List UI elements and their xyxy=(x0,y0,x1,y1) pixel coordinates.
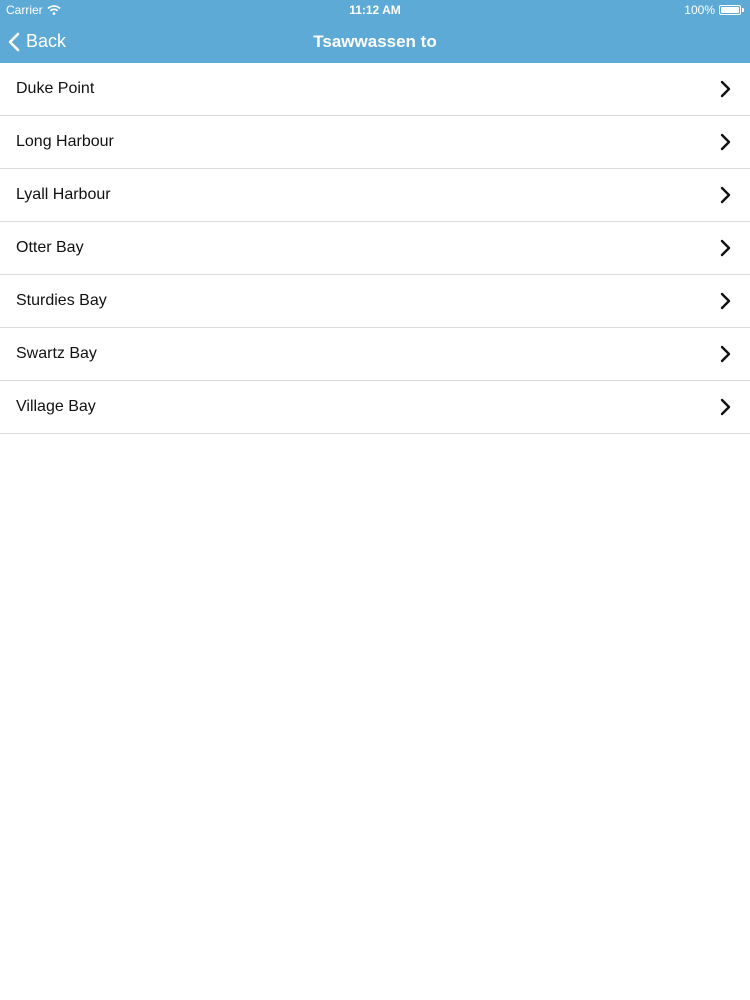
list-item[interactable]: Long Harbour xyxy=(0,116,750,169)
app-header: Carrier 11:12 AM 100% Back Tsawwassen to xyxy=(0,0,750,63)
list-item[interactable]: Village Bay xyxy=(0,381,750,434)
page-title: Tsawwassen to xyxy=(313,32,437,51)
list-item-label: Sturdies Bay xyxy=(16,292,107,309)
status-bar: Carrier 11:12 AM 100% xyxy=(0,0,750,20)
list-item[interactable]: Otter Bay xyxy=(0,222,750,275)
list-item[interactable]: Lyall Harbour xyxy=(0,169,750,222)
list-item-label: Lyall Harbour xyxy=(16,186,111,203)
battery-icon xyxy=(719,5,741,15)
chevron-right-icon xyxy=(720,345,731,363)
chevron-right-icon xyxy=(720,186,731,204)
list-item-label: Long Harbour xyxy=(16,133,114,150)
nav-bar: Back Tsawwassen to xyxy=(0,20,750,63)
list-item[interactable]: Duke Point xyxy=(0,63,750,116)
list-item-label: Otter Bay xyxy=(16,239,84,256)
chevron-right-icon xyxy=(720,239,731,257)
battery-percent: 100% xyxy=(684,3,715,17)
status-time: 11:12 AM xyxy=(349,3,401,17)
list-item-label: Swartz Bay xyxy=(16,345,97,362)
status-right: 100% xyxy=(684,0,744,20)
list-item[interactable]: Sturdies Bay xyxy=(0,275,750,328)
destination-list: Duke Point Long Harbour Lyall Harbour Ot… xyxy=(0,63,750,434)
chevron-right-icon xyxy=(720,398,731,416)
list-item-label: Village Bay xyxy=(16,398,96,415)
chevron-right-icon xyxy=(720,133,731,151)
chevron-right-icon xyxy=(720,292,731,310)
list-item-label: Duke Point xyxy=(16,80,95,97)
list-item[interactable]: Swartz Bay xyxy=(0,328,750,381)
chevron-right-icon xyxy=(720,80,731,98)
